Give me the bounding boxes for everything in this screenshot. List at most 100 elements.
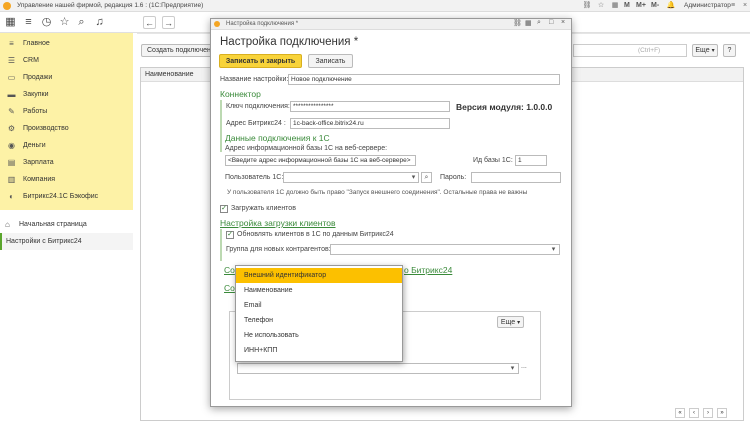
forward-button[interactable]: → (162, 16, 175, 29)
sidebar-item-crm[interactable]: ☰ CRM (0, 52, 133, 69)
dropdown-option-inn-kpp[interactable]: ИНН+КПП (236, 343, 402, 358)
connector-section-title: Коннектор (220, 89, 261, 99)
clients-group-bar (220, 229, 222, 261)
key-label: Ключ подключения: (226, 103, 290, 110)
production-icon: ⚙ (7, 124, 16, 133)
row-dropdown-icon[interactable]: ▾ (507, 363, 518, 374)
help-button[interactable]: ? (723, 44, 736, 57)
history-icon[interactable]: ◷ (40, 16, 53, 29)
sidebar-item-money[interactable]: ◉ Деньги (0, 137, 133, 154)
dialog-titlebar: Настройка подключения * ⛓ ▦ ⌕ □ × (211, 19, 571, 30)
group-field[interactable] (330, 244, 560, 255)
user-rights-note: У пользователя 1С должно быть право "Зап… (227, 189, 528, 196)
sidebar-item-sales[interactable]: ▭ Продажи (0, 69, 133, 86)
mapping-link-partial-right[interactable]: о Битрикс24 (404, 265, 452, 275)
purchase-icon: ▬ (7, 90, 16, 99)
sidebar-item-production[interactable]: ⚙ Производство (0, 120, 133, 137)
sections-menu: ≡ Главное ☰ CRM ▭ Продажи ▬ Закупки ✎ Работы … (0, 33, 133, 210)
dropdown-option-name[interactable]: Наименование (236, 283, 402, 298)
save-button[interactable]: Записать (308, 54, 353, 68)
row-dots[interactable]: ... (521, 363, 527, 370)
link-icon[interactable]: ⛓ (513, 19, 522, 27)
mapping-row-field[interactable] (237, 363, 519, 374)
first-page-icon[interactable]: « (675, 408, 685, 418)
bell-icon[interactable]: 🔔 (666, 1, 676, 11)
home-icon: ⌂ (5, 219, 10, 229)
salary-icon: ▤ (7, 158, 16, 167)
list-icon: ≡ (9, 39, 14, 48)
zoom-icon[interactable]: ⌕ (537, 19, 541, 27)
window-title: Управление нашей фирмой, редакция 1.6 : … (17, 2, 204, 9)
ib-id-field[interactable]: 1 (515, 155, 547, 166)
save-and-close-button[interactable]: Записать и закрыть (219, 54, 302, 68)
sidebar-item-bitrix[interactable]: ◐ Битрикс24.1С Бэкофис (0, 188, 133, 205)
sidebar-item-purchases[interactable]: ▬ Закупки (0, 86, 133, 103)
group-dropdown-icon[interactable]: ▾ (548, 244, 559, 255)
sidebar: ≡ Главное ☰ CRM ▭ Продажи ▬ Закупки ✎ Работы … (0, 33, 133, 426)
open-link-icon[interactable]: ⌕ (421, 172, 432, 183)
menu-icon[interactable]: ≡ (728, 1, 738, 11)
clients-section-title[interactable]: Настройка загрузки клиентов (220, 218, 336, 228)
link-icon[interactable]: ⛓ (582, 1, 592, 11)
company-icon: ▥ (7, 175, 16, 184)
next-page-icon[interactable]: › (703, 408, 713, 418)
m-plus-button[interactable]: M+ (636, 1, 646, 11)
crm-icon: ☰ (7, 56, 16, 65)
dropdown-arrow-icon[interactable]: ▾ (408, 172, 419, 183)
m-minus-button[interactable]: M- (651, 1, 659, 11)
load-clients-checkbox[interactable]: ✓ (220, 205, 228, 213)
name-label: Название настройки: (220, 76, 289, 83)
password-label: Пароль: (440, 174, 467, 181)
home-page-link[interactable]: ⌂ Начальная страница (0, 216, 133, 232)
user-field[interactable] (283, 172, 419, 183)
mapping-link-partial-left[interactable]: Со (224, 265, 235, 275)
dropdown-option-external-id[interactable]: Внешний идентификатор (236, 268, 402, 283)
bell-icon[interactable]: ♫ (93, 16, 106, 29)
sidebar-item-company[interactable]: ▥ Компания (0, 171, 133, 188)
last-page-icon[interactable]: » (717, 408, 727, 418)
bitrix-address-field[interactable]: 1c-back-office.bitrix24.ru (290, 118, 450, 129)
dialog-heading: Настройка подключения * (220, 36, 359, 48)
bitrix-address-label: Адрес Битрикс24 : (226, 120, 286, 127)
load-clients-label: Загружать клиентов (231, 205, 296, 212)
apps-grid-icon[interactable]: ▦ (4, 16, 17, 29)
create-connection-button[interactable]: Создать подключени (141, 44, 213, 57)
dropdown-option-not-use[interactable]: Не использовать (236, 328, 402, 343)
connector-group-bar (220, 100, 222, 152)
password-field[interactable] (471, 172, 561, 183)
sidebar-item-salary[interactable]: ▤ Зарплата (0, 154, 133, 171)
window-titlebar: Управление нашей фирмой, редакция 1.6 : … (0, 0, 750, 12)
dropdown-option-email[interactable]: Email (236, 298, 402, 313)
close-icon[interactable]: × (561, 19, 565, 26)
sidebar-item-works[interactable]: ✎ Работы (0, 103, 133, 120)
menu-icon[interactable]: ≡ (22, 16, 35, 29)
mapping-link2-partial[interactable]: Со (224, 283, 235, 293)
star-icon[interactable]: ☆ (58, 16, 71, 29)
star-icon[interactable]: ☆ (596, 1, 606, 11)
name-field[interactable]: Новое подключение (288, 74, 560, 85)
close-icon[interactable]: × (740, 1, 750, 11)
back-button[interactable]: ← (143, 16, 156, 29)
m-button[interactable]: M (624, 1, 630, 11)
update-clients-checkbox[interactable]: ✓ (226, 231, 234, 239)
search-input[interactable]: (Ctrl+F) (573, 44, 687, 57)
group-label: Группа для новых контрагентов: (226, 246, 331, 253)
dialog-titlebar-text: Настройка подключения * (226, 21, 299, 27)
ib-id-label: Ид базы 1С: (473, 157, 513, 164)
key-field[interactable]: **************** (290, 101, 450, 112)
search-icon[interactable]: ⌕ (75, 16, 88, 29)
sidebar-item-main[interactable]: ≡ Главное (0, 35, 133, 52)
prev-page-icon[interactable]: ‹ (689, 408, 699, 418)
bell-icon[interactable]: ▦ (525, 19, 532, 27)
ib-address-field[interactable]: <Введите адрес информационной базы 1С на… (225, 155, 416, 166)
chevron-down-icon: ▾ (711, 48, 715, 54)
app-logo-icon (3, 2, 11, 10)
calc-icon[interactable]: ▦ (610, 1, 620, 11)
table-more-button[interactable]: Еще ▾ (497, 316, 524, 328)
dropdown-option-phone[interactable]: Телефон (236, 313, 402, 328)
current-user[interactable]: Администратор (684, 2, 731, 9)
open-tab-bitrix-settings[interactable]: Настройки с Битрикс24 (0, 233, 133, 250)
more-button[interactable]: Еще ▾ (692, 44, 718, 57)
maximize-icon[interactable]: □ (549, 19, 553, 26)
bitrix-icon: ◐ (9, 192, 14, 201)
